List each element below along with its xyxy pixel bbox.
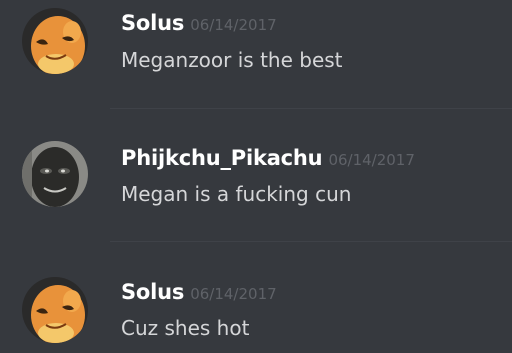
author-name[interactable]: Solus	[121, 11, 184, 35]
message-author[interactable]: Solus 06/14/2017	[121, 11, 277, 35]
author-name[interactable]: Solus	[121, 280, 184, 304]
author-name[interactable]: Phijkchu_Pikachu	[121, 146, 323, 170]
message-content: Megan is a fucking cun	[121, 182, 352, 206]
message-item: Solus 06/14/2017 Cuz shes hot	[0, 260, 512, 353]
message-timestamp: 06/14/2017	[328, 151, 415, 169]
message-item: Solus 06/14/2017 Meganzoor is the best	[0, 0, 512, 96]
message-item: Phijkchu_Pikachu 06/14/2017 Megan is a fu…	[0, 126, 512, 222]
charmander-avatar-icon	[22, 8, 88, 74]
message-author[interactable]: Solus 06/14/2017	[121, 280, 277, 304]
charmander-avatar-icon	[22, 277, 88, 343]
chat-messages: Solus 06/14/2017 Meganzoor is the best Ph…	[0, 0, 512, 353]
message-content: Meganzoor is the best	[121, 48, 343, 72]
message-divider	[110, 108, 512, 109]
message-content: Cuz shes hot	[121, 316, 250, 340]
avatar[interactable]	[22, 277, 88, 343]
message-timestamp: 06/14/2017	[190, 285, 277, 303]
avatar[interactable]	[22, 8, 88, 74]
avatar[interactable]	[22, 141, 88, 207]
message-divider	[110, 241, 512, 242]
dark-face-avatar-icon	[22, 141, 88, 207]
message-timestamp: 06/14/2017	[190, 16, 277, 34]
message-author[interactable]: Phijkchu_Pikachu 06/14/2017	[121, 146, 415, 170]
